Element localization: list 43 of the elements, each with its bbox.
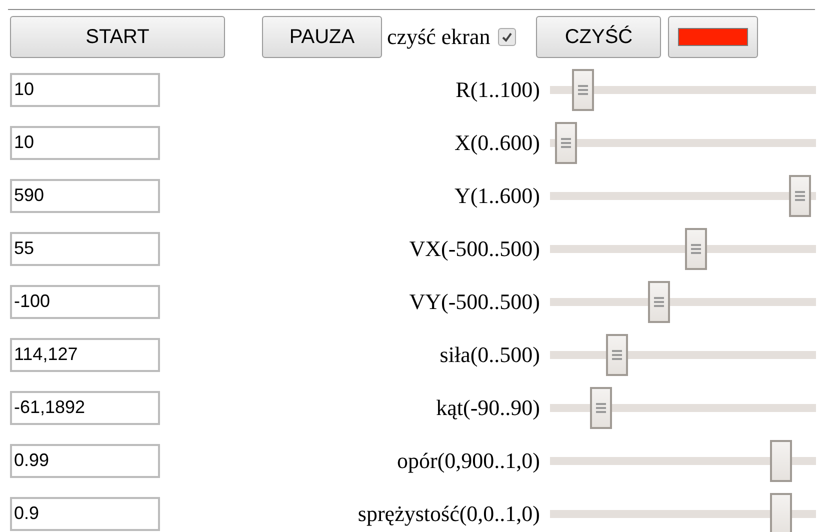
slider[interactable] [550,228,816,270]
parameter-label: kąt(-90..90) [436,394,540,422]
slider-thumb[interactable] [770,492,792,532]
slider-thumb[interactable] [685,228,708,270]
parameter-label: R(1..100) [456,76,540,104]
pause-button[interactable]: PAUZA [262,16,382,58]
input-field[interactable]: 590 [10,178,160,212]
parameter-label: VX(-500..500) [409,235,540,263]
slider[interactable] [550,492,816,532]
parameter-label: Y(1..600) [454,182,540,210]
slider-thumb[interactable] [606,334,628,376]
input-field[interactable]: 10 [10,72,160,106]
input-field[interactable]: 0.99 [10,444,160,478]
input-field[interactable]: -100 [10,284,160,318]
slider[interactable] [550,174,816,216]
input-field[interactable]: 55 [10,232,160,266]
input-field[interactable]: 10 [10,126,160,160]
clear-button[interactable]: CZYŚĆ [536,16,662,58]
input-field[interactable]: 114,127 [10,338,160,372]
slider-thumb[interactable] [770,440,792,482]
clear-screen-checkbox[interactable] [498,28,516,46]
input-field[interactable]: -61,1892 [10,390,160,424]
slider[interactable] [550,68,816,110]
slider[interactable] [550,440,816,482]
slider[interactable] [550,334,816,376]
check-icon [501,30,514,42]
parameter-label: X(0..600) [454,129,540,157]
slider-thumb[interactable] [590,386,612,428]
slider[interactable] [550,280,816,322]
parameter-label: siła(0..500) [440,341,540,369]
slider[interactable] [550,122,816,164]
parameter-label: opór(0,900..1,0) [397,447,540,475]
slider-thumb[interactable] [554,122,577,164]
slider-thumb[interactable] [648,280,670,322]
parameter-label: VY(-500..500) [409,288,540,316]
slider[interactable] [550,386,816,428]
slider-thumb[interactable] [789,174,812,216]
color-picker-button[interactable] [668,16,758,58]
start-button[interactable]: START [10,16,225,58]
slider-thumb[interactable] [572,68,594,110]
clear-screen-label: czyść ekran [387,23,490,51]
input-field[interactable]: 0.9 [10,496,160,530]
parameter-label: sprężystość(0,0..1,0) [358,500,540,528]
